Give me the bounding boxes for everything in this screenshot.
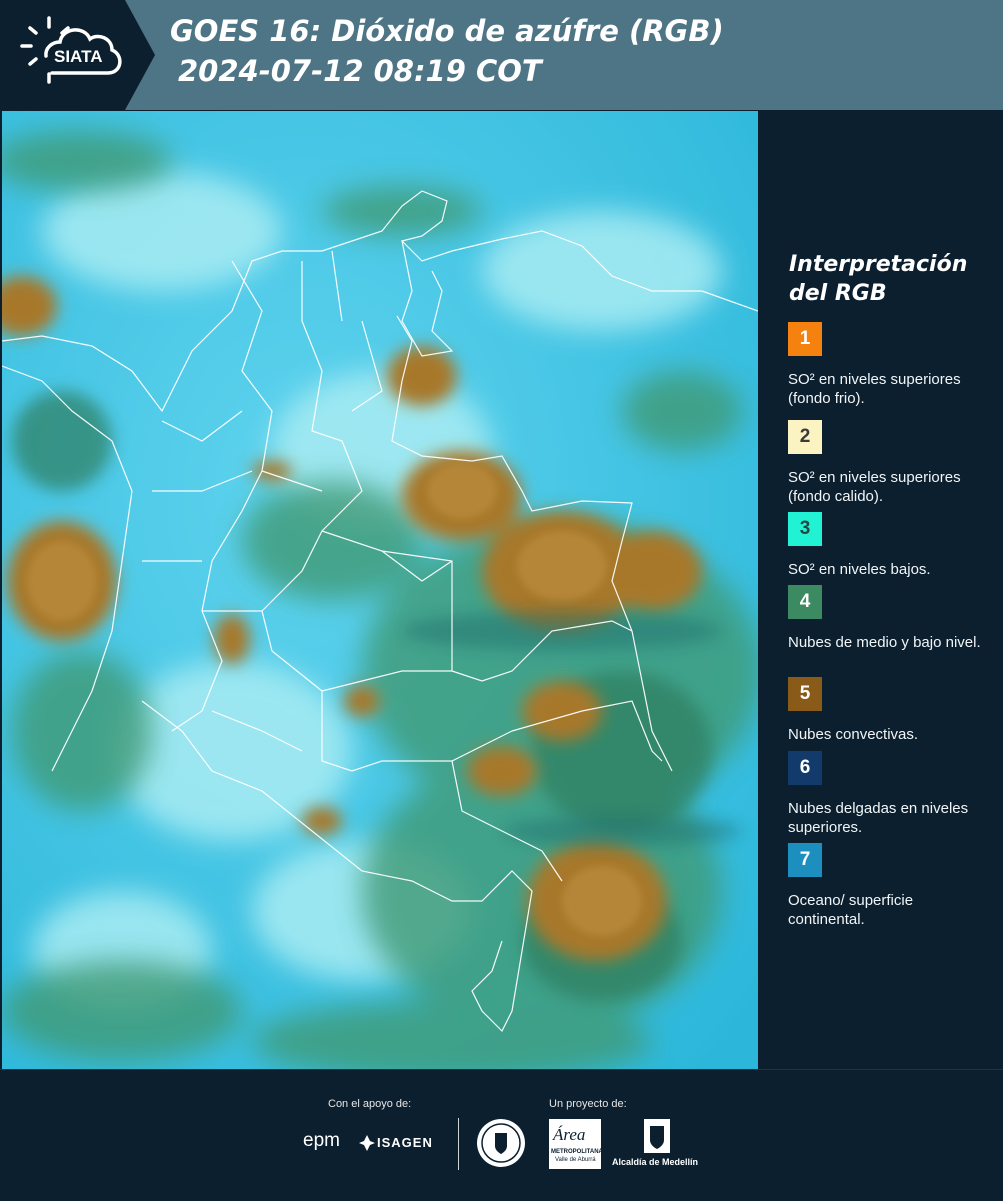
- area-metropolitana-logo: Área METROPOLITANA Valle de Aburrá: [549, 1119, 603, 1169]
- seal-icon: [477, 1119, 525, 1167]
- isagen-logo: ISAGEN: [358, 1132, 442, 1154]
- satellite-map-icon: [2, 111, 758, 1069]
- legend-swatch: 1: [788, 322, 822, 356]
- area-sub2: Valle de Aburrá: [555, 1157, 596, 1163]
- logo-text: SIATA: [54, 47, 102, 66]
- legend-title: Interpretación del RGB: [789, 250, 989, 308]
- isagen-text: ISAGEN: [377, 1135, 433, 1150]
- project-label: Un proyecto de:: [549, 1098, 627, 1110]
- legend-swatch: 5: [788, 677, 822, 711]
- legend-item-4: 4 Nubes de medio y bajo nivel.: [788, 585, 988, 652]
- legend-label: SO² en niveles bajos.: [788, 561, 931, 578]
- legend-label: Nubes delgadas en niveles superiores.: [788, 800, 969, 836]
- page-timestamp: 2024-07-12 08:19 COT: [178, 54, 542, 88]
- legend-swatch: 3: [788, 512, 822, 546]
- satellite-map: [2, 111, 758, 1069]
- legend-item-3: 3 SO² en niveles bajos.: [788, 512, 988, 579]
- header: SIATA GOES 16: Dióxido de azúfre (RGB) 2…: [0, 0, 1003, 110]
- legend-item-7: 7 Oceano/ superficie continental.: [788, 843, 988, 929]
- page-title: GOES 16: Dióxido de azúfre (RGB): [170, 14, 724, 48]
- legend-item-5: 5 Nubes convectivas.: [788, 677, 988, 744]
- legend-swatch: 4: [788, 585, 822, 619]
- legend-label: SO² en niveles superiores (fondo frio).: [788, 371, 961, 407]
- legend-item-1: 1 SO² en niveles superiores (fondo frio)…: [788, 322, 988, 408]
- footer: Con el apoyo de: Un proyecto de: epm ISA…: [0, 1069, 1003, 1201]
- epm-logo: epm: [303, 1130, 340, 1151]
- legend-label: Oceano/ superficie continental.: [788, 892, 914, 928]
- alcaldia-text: Alcaldía de Medellín: [612, 1157, 699, 1167]
- legend-swatch: 6: [788, 751, 822, 785]
- medellin-seal: [476, 1118, 526, 1168]
- support-label: Con el apoyo de:: [328, 1098, 412, 1110]
- area-text: Área: [553, 1125, 586, 1144]
- logo-badge-icon: SIATA: [0, 0, 155, 110]
- legend-item-6: 6 Nubes delgadas en niveles superiores.: [788, 751, 988, 837]
- legend-title-line2: del RGB: [789, 281, 887, 306]
- siata-logo: SIATA: [0, 0, 155, 110]
- legend-label: Nubes convectivas.: [788, 726, 919, 743]
- alcaldia-crest-icon: [644, 1119, 670, 1153]
- legend-item-2: 2 SO² en niveles superiores (fondo calid…: [788, 420, 988, 522]
- legend-swatch: 7: [788, 843, 822, 877]
- isagen-mark-icon: [359, 1135, 375, 1151]
- legend-swatch: 2: [788, 420, 822, 454]
- legend-title-line1: Interpretación: [789, 252, 968, 277]
- legend-label: Nubes de medio y bajo nivel.: [788, 634, 981, 651]
- alcaldia-logo: Alcaldía de Medellín: [612, 1118, 702, 1173]
- area-sub1: METROPOLITANA: [551, 1149, 603, 1155]
- footer-divider: [458, 1118, 459, 1170]
